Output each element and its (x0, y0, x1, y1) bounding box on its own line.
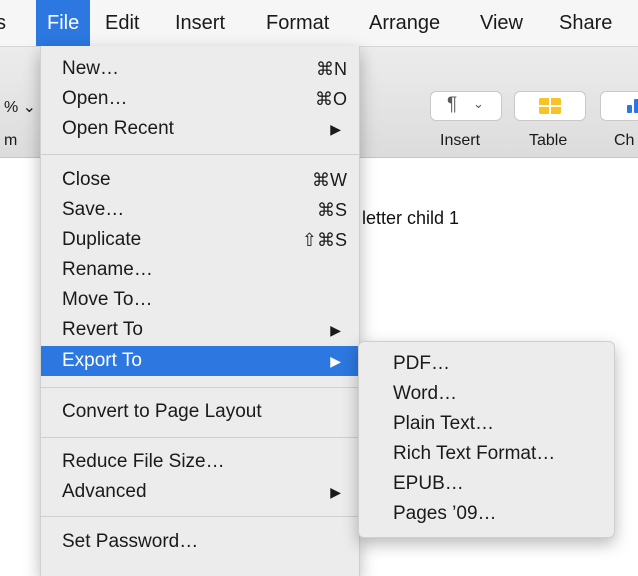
zoom-label-partial: m (4, 132, 18, 149)
export-plain-text[interactable]: Plain Text… (359, 410, 616, 438)
menu-item-label: Rename… (62, 259, 153, 280)
menu-item-convert-to-page-layout[interactable]: Convert to Page Layout (41, 397, 359, 427)
menubar-item-share[interactable]: Share (548, 0, 623, 46)
menu-separator (41, 437, 359, 438)
menu-item-label: Revert To (62, 319, 143, 340)
insert-button[interactable]: ¶ ⌄ (430, 91, 502, 121)
menu-item-export-to[interactable]: Export To ▶ (41, 346, 359, 376)
table-icon (539, 98, 561, 114)
menu-item-new[interactable]: New… ⌘N (41, 54, 359, 84)
menu-item-move-to[interactable]: Move To… (41, 285, 359, 315)
menu-item-open[interactable]: Open… ⌘O (41, 84, 359, 114)
menu-item-label: Convert to Page Layout (62, 401, 262, 422)
export-word[interactable]: Word… (359, 380, 616, 408)
menu-item-label: Duplicate (62, 229, 142, 250)
shortcut-label: ⌘N (316, 59, 347, 79)
menu-item-label: Advanced (62, 481, 147, 502)
shortcut-label: ⇧⌘S (301, 230, 347, 250)
export-pages-09[interactable]: Pages ’09… (359, 500, 616, 528)
menu-item-reduce-file-size[interactable]: Reduce File Size… (41, 447, 359, 477)
document-text: ı letter child 1 (352, 208, 460, 228)
menubar-item-file[interactable]: File (36, 0, 91, 46)
menu-item-rename[interactable]: Rename… (41, 255, 359, 285)
chevron-down-icon: ⌄ (473, 96, 484, 111)
menu-item-save[interactable]: Save… ⌘S (41, 195, 359, 225)
menu-separator (41, 516, 359, 517)
menubar-item-partial[interactable]: s (0, 0, 6, 46)
menu-item-advanced[interactable]: Advanced ▶ (41, 477, 359, 507)
menu-separator (41, 387, 359, 388)
shortcut-label: ⌘O (314, 89, 347, 109)
export-submenu: PDF… Word… Plain Text… Rich Text Format…… (358, 341, 615, 538)
menu-item-label: Close (62, 169, 111, 190)
file-menu: New… ⌘N Open… ⌘O Open Recent ▶ Close ⌘W … (40, 46, 360, 576)
table-button[interactable] (514, 91, 586, 121)
menu-item-set-password[interactable]: Set Password… (41, 527, 359, 557)
menu-separator (41, 154, 359, 155)
menubar-item-edit[interactable]: Edit (94, 0, 150, 46)
menu-item-label: Move To… (62, 289, 153, 310)
chart-icon (627, 105, 632, 113)
shortcut-label: ⌘S (316, 200, 347, 220)
menu-item-revert-to[interactable]: Revert To ▶ (41, 315, 359, 345)
menu-item-label: Export To (62, 350, 142, 371)
export-pdf[interactable]: PDF… (359, 350, 616, 378)
chart-button-label: Ch (614, 132, 635, 149)
menubar-item-format[interactable]: Format (255, 0, 340, 46)
insert-button-label: Insert (440, 132, 481, 149)
paragraph-icon: ¶ (447, 94, 458, 115)
submenu-arrow-icon: ▶ (330, 322, 341, 338)
menu-item-label: Save… (62, 199, 125, 220)
shortcut-label: ⌘W (312, 170, 347, 190)
menu-item-label: New… (62, 58, 120, 79)
menubar-item-insert[interactable]: Insert (164, 0, 236, 46)
chart-button[interactable] (600, 91, 638, 121)
menu-bar: s File Edit Insert Format Arrange View S… (0, 0, 638, 47)
table-button-label: Table (529, 132, 568, 149)
menu-item-duplicate[interactable]: Duplicate ⇧⌘S (41, 225, 359, 255)
submenu-arrow-icon: ▶ (330, 353, 341, 369)
export-epub[interactable]: EPUB… (359, 470, 616, 498)
menu-item-label: Set Password… (62, 531, 199, 552)
export-rtf[interactable]: Rich Text Format… (359, 440, 616, 468)
menu-item-close[interactable]: Close ⌘W (41, 165, 359, 195)
submenu-arrow-icon: ▶ (330, 484, 341, 500)
menu-item-label: Open… (62, 88, 128, 109)
menubar-item-arrange[interactable]: Arrange (358, 0, 451, 46)
menu-item-label: Reduce File Size… (62, 451, 225, 472)
submenu-arrow-icon: ▶ (330, 121, 341, 137)
menubar-item-view[interactable]: View (469, 0, 534, 46)
zoom-control-partial[interactable]: % ⌄ (4, 97, 36, 117)
chart-icon-bar (634, 99, 638, 113)
menu-item-open-recent[interactable]: Open Recent ▶ (41, 114, 359, 144)
menu-item-label: Open Recent (62, 118, 174, 139)
